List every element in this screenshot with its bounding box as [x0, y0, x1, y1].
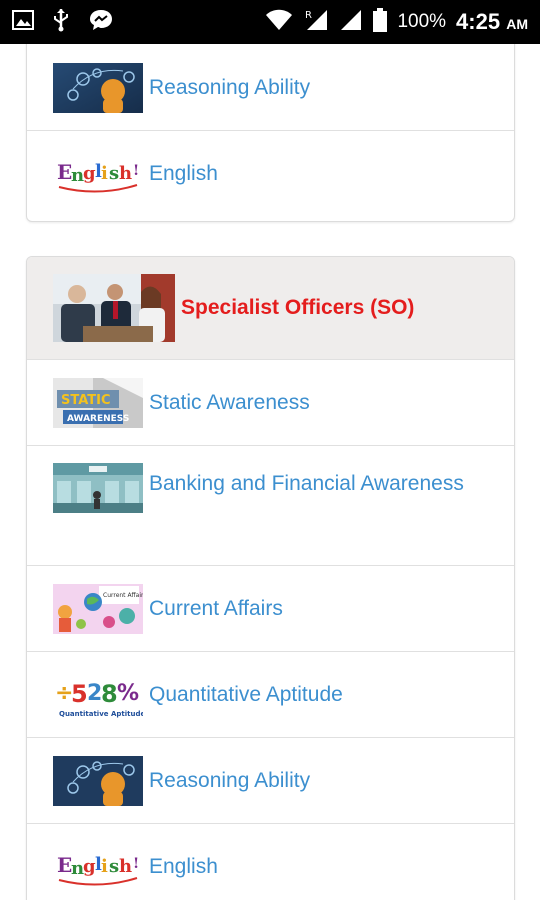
quantitative-aptitude-thumbnail: ÷ 5 2 8 % Quantitative Aptitude — [53, 669, 143, 720]
banking-thumbnail — [53, 463, 143, 513]
svg-text:E: E — [57, 160, 72, 184]
category-title[interactable]: Specialist Officers (SO) — [181, 296, 414, 320]
list-item-label[interactable]: Static Awareness — [149, 383, 310, 423]
svg-text:h: h — [119, 163, 132, 184]
current-affairs-thumbnail: Current Affairs — [53, 583, 143, 634]
svg-text:Quantitative Aptitude: Quantitative Aptitude — [59, 710, 143, 718]
signal-icon — [339, 9, 363, 36]
svg-text:AWARENESS: AWARENESS — [67, 414, 129, 424]
reasoning-thumbnail — [53, 755, 143, 806]
svg-text:s: s — [109, 163, 119, 184]
svg-text:!: ! — [133, 163, 139, 179]
specialist-officers-thumbnail — [53, 274, 175, 342]
svg-text:i: i — [101, 856, 108, 877]
svg-text:R: R — [305, 10, 312, 21]
list-item-label[interactable]: English — [149, 847, 218, 887]
list-item-static-awareness[interactable]: STATIC AWARENESS Static Awareness — [27, 360, 514, 446]
list-item-english-so[interactable]: E n g l i s h ! English — [27, 824, 514, 900]
svg-text:Current Affairs: Current Affairs — [103, 592, 143, 599]
status-bar: R 100% 4:25 AM — [0, 0, 540, 44]
list-item-label[interactable]: Quantitative Aptitude — [149, 675, 343, 715]
clock-time: 4:25 — [456, 9, 501, 34]
list-item-reasoning-ability[interactable]: Reasoning Ability — [27, 44, 514, 131]
wifi-icon — [265, 9, 293, 36]
svg-text:STATIC: STATIC — [61, 393, 111, 408]
svg-text:E: E — [57, 853, 72, 877]
svg-text:!: ! — [133, 856, 139, 872]
messenger-icon — [88, 8, 114, 37]
english-thumbnail: E n g l i s h ! — [53, 149, 143, 199]
svg-text:5: 5 — [71, 680, 88, 708]
list-item-label[interactable]: Banking and Financial Awareness — [149, 472, 464, 495]
roaming-signal-icon: R — [303, 8, 329, 37]
list-item-banking-financial-awareness[interactable]: Banking and Financial Awareness — [27, 446, 514, 566]
svg-text:i: i — [101, 163, 108, 184]
category-card-previous: Reasoning Ability E n g l i s h ! Englis… — [26, 44, 515, 222]
list-item-label[interactable]: Reasoning Ability — [149, 68, 310, 108]
english-thumbnail: E n g l i s h ! — [53, 842, 143, 892]
gallery-icon — [12, 9, 34, 35]
clock: 4:25 AM — [456, 9, 528, 35]
svg-text:%: % — [117, 681, 139, 706]
battery-percentage: 100% — [397, 11, 447, 32]
category-card-specialist-officers: Specialist Officers (SO) STATIC AWARENES… — [26, 256, 515, 900]
battery-icon — [373, 7, 388, 37]
list-item-label[interactable]: English — [149, 154, 218, 194]
clock-ampm: AM — [506, 16, 528, 32]
list-item-quantitative-aptitude[interactable]: ÷ 5 2 8 % Quantitative Aptitude Quantita… — [27, 652, 514, 738]
list-item-reasoning-ability-so[interactable]: Reasoning Ability — [27, 738, 514, 824]
list-item-label[interactable]: Reasoning Ability — [149, 761, 310, 801]
main-content: Reasoning Ability E n g l i s h ! Englis… — [0, 44, 540, 900]
reasoning-thumbnail — [53, 62, 143, 113]
svg-text:h: h — [119, 856, 132, 877]
static-awareness-thumbnail: STATIC AWARENESS — [53, 377, 143, 428]
svg-text:s: s — [109, 856, 119, 877]
svg-text:8: 8 — [101, 680, 118, 708]
list-item-english[interactable]: E n g l i s h ! English — [27, 131, 514, 217]
category-header[interactable]: Specialist Officers (SO) — [27, 257, 514, 360]
usb-icon — [52, 8, 70, 37]
list-item-label[interactable]: Current Affairs — [149, 589, 283, 629]
list-item-current-affairs[interactable]: Current Affairs Current Affairs — [27, 566, 514, 652]
